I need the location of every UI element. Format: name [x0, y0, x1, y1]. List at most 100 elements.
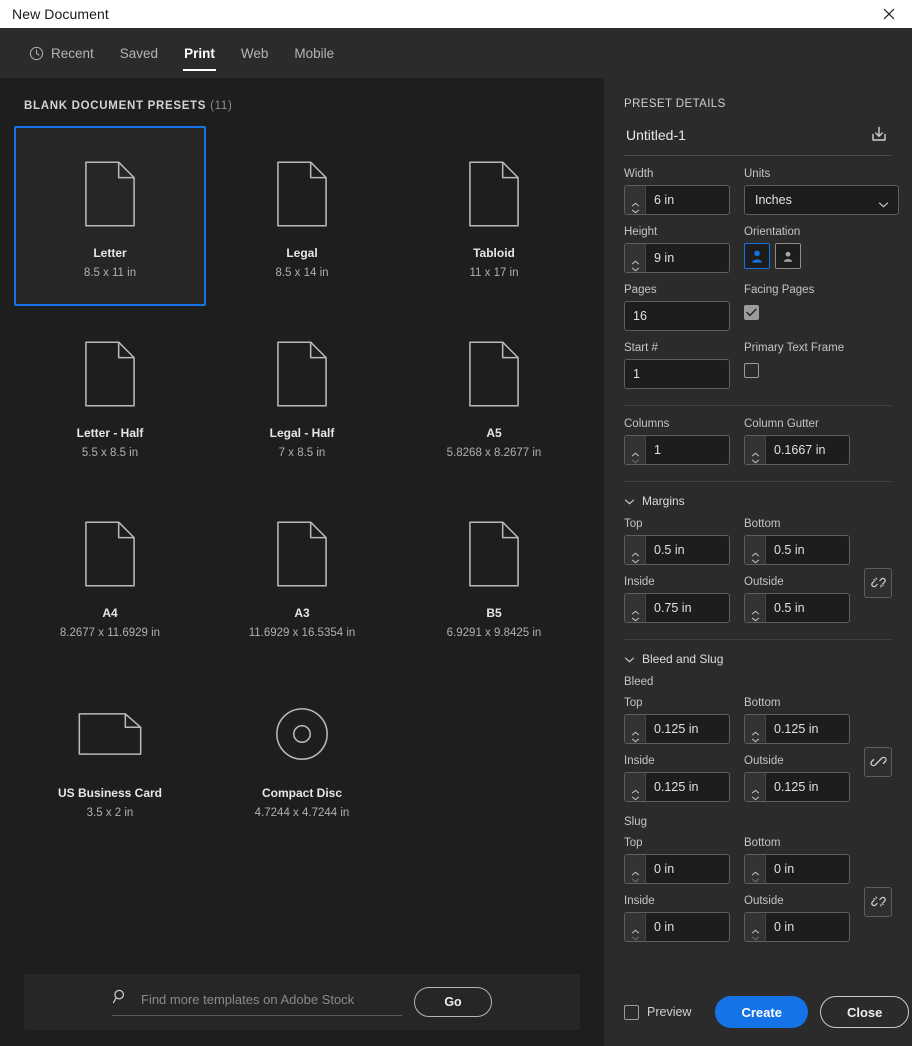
tab-web[interactable]: Web [228, 28, 282, 78]
margin-inside-stepper[interactable] [625, 594, 646, 622]
orientation-landscape-button[interactable] [775, 243, 801, 269]
bleed-top-label: Top [624, 697, 643, 709]
slug-bottom-input[interactable] [766, 855, 849, 883]
chevron-up-icon [631, 781, 640, 794]
chevron-down-icon [631, 928, 640, 941]
preset-card[interactable]: Compact Disc 4.7244 x 4.7244 in [206, 666, 398, 846]
margin-bottom-stepper[interactable] [745, 536, 766, 564]
slug-link-toggle[interactable] [864, 886, 892, 917]
units-select[interactable]: Inches [744, 185, 899, 215]
preview-toggle[interactable]: Preview [624, 1004, 692, 1020]
preset-card[interactable]: US Business Card 3.5 x 2 in [14, 666, 206, 846]
chevron-up-icon [751, 921, 760, 934]
close-window-button[interactable] [866, 0, 912, 28]
tab-print[interactable]: Print [171, 28, 228, 78]
bleed-inside-input[interactable] [646, 773, 729, 801]
columns-gutter-row: Columns 1 Column Gutter 0.1667 in [624, 418, 892, 465]
stock-go-button[interactable]: Go [414, 987, 492, 1017]
column-gutter-stepper[interactable] [745, 436, 766, 464]
margin-outside-input[interactable] [766, 594, 849, 622]
chevron-down-icon [624, 652, 635, 666]
bleed-top-stepper[interactable] [625, 715, 646, 743]
width-input[interactable] [646, 186, 729, 214]
preset-card[interactable]: A3 11.6929 x 16.5354 in [206, 486, 398, 666]
chevron-down-icon [751, 609, 760, 622]
slug-inside-stepper[interactable] [625, 913, 646, 941]
height-field-group: Height [624, 226, 730, 273]
preset-name: US Business Card [57, 786, 163, 800]
create-button[interactable]: Create [715, 996, 808, 1028]
preset-name: A4 [102, 606, 118, 620]
orientation-toggle-group [744, 243, 801, 269]
preset-name: Legal - Half [269, 426, 335, 440]
height-label: Height [624, 226, 658, 238]
margin-outside-stepper[interactable] [745, 594, 766, 622]
columns-stepper[interactable] [625, 436, 646, 464]
preset-card[interactable]: Letter - Half 5.5 x 8.5 in [14, 306, 206, 486]
margin-inside-input[interactable] [646, 594, 729, 622]
width-stepper[interactable] [625, 186, 646, 214]
document-name-input[interactable] [624, 123, 858, 147]
close-button[interactable]: Close [819, 996, 910, 1028]
margin-top-stepper[interactable] [625, 536, 646, 564]
stock-search-input[interactable] [141, 991, 396, 1007]
tab-saved[interactable]: Saved [107, 28, 171, 78]
slug-bottom-label: Bottom [744, 837, 781, 849]
height-stepper[interactable] [625, 244, 646, 272]
bleed-outside-stepper[interactable] [745, 773, 766, 801]
bleed-slug-disclosure[interactable]: Bleed and Slug [624, 652, 892, 666]
columns-input[interactable] [646, 436, 729, 464]
margin-bottom-input[interactable] [766, 536, 849, 564]
column-gutter-input[interactable] [766, 436, 849, 464]
units-value: Inches [755, 193, 792, 207]
preset-card[interactable]: Legal 8.5 x 14 in [206, 126, 398, 306]
preset-card[interactable]: Letter 8.5 x 11 in [14, 126, 206, 306]
slug-outside-stepper[interactable] [745, 913, 766, 941]
preset-grid: Letter 8.5 x 11 in Legal 8.5 x 14 in Tabloid… [0, 126, 604, 974]
slug-top-stepper[interactable] [625, 855, 646, 883]
slug-outside-group: Outside [744, 895, 850, 942]
tab-print-label: Print [184, 45, 215, 61]
preset-card[interactable]: A5 5.8268 x 8.2677 in [398, 306, 590, 486]
tab-recent[interactable]: Recent [16, 28, 107, 78]
slug-top-input[interactable] [646, 855, 729, 883]
slug-outside-input[interactable] [766, 913, 849, 941]
pages-input[interactable] [625, 302, 729, 330]
margins-link-toggle[interactable] [864, 567, 892, 598]
preset-name: A5 [486, 426, 502, 440]
preset-dimensions: 3.5 x 2 in [86, 807, 134, 819]
save-preset-button[interactable] [866, 122, 892, 148]
bleed-inside-stepper[interactable] [625, 773, 646, 801]
landscape-icon [783, 251, 793, 262]
stock-search-field[interactable] [112, 988, 402, 1016]
margins-disclosure[interactable]: Margins [624, 494, 892, 508]
slug-bottom-stepper[interactable] [745, 855, 766, 883]
orientation-portrait-button[interactable] [744, 243, 770, 269]
facing-pages-checkbox[interactable] [744, 305, 759, 320]
preset-thumbnail [276, 146, 328, 242]
preset-card[interactable]: Legal - Half 7 x 8.5 in [206, 306, 398, 486]
start-number-input[interactable] [625, 360, 729, 388]
preset-card[interactable]: A4 8.2677 x 11.6929 in [14, 486, 206, 666]
preview-label: Preview [647, 1005, 692, 1019]
primary-text-frame-checkbox[interactable] [744, 363, 759, 378]
preset-card[interactable]: Tabloid 11 x 17 in [398, 126, 590, 306]
bleed-outside-wrap [744, 772, 850, 802]
preset-thumbnail [273, 686, 331, 782]
page-portrait-icon [277, 161, 327, 227]
chevron-down-icon [751, 870, 760, 883]
check-icon [746, 308, 757, 317]
margin-top-input[interactable] [646, 536, 729, 564]
margin-inside-outside-row: Inside Outside [624, 576, 850, 623]
bleed-bottom-stepper[interactable] [745, 715, 766, 743]
bleed-outside-input[interactable] [766, 773, 849, 801]
bleed-bottom-input[interactable] [766, 715, 849, 743]
bleed-top-input[interactable] [646, 715, 729, 743]
height-input[interactable] [646, 244, 729, 272]
save-preset-icon [872, 126, 886, 141]
tab-mobile[interactable]: Mobile [281, 28, 347, 78]
preview-checkbox[interactable] [624, 1004, 639, 1020]
slug-inside-input[interactable] [646, 913, 729, 941]
bleed-link-toggle[interactable] [864, 746, 892, 777]
preset-card[interactable]: B5 6.9291 x 9.8425 in [398, 486, 590, 666]
